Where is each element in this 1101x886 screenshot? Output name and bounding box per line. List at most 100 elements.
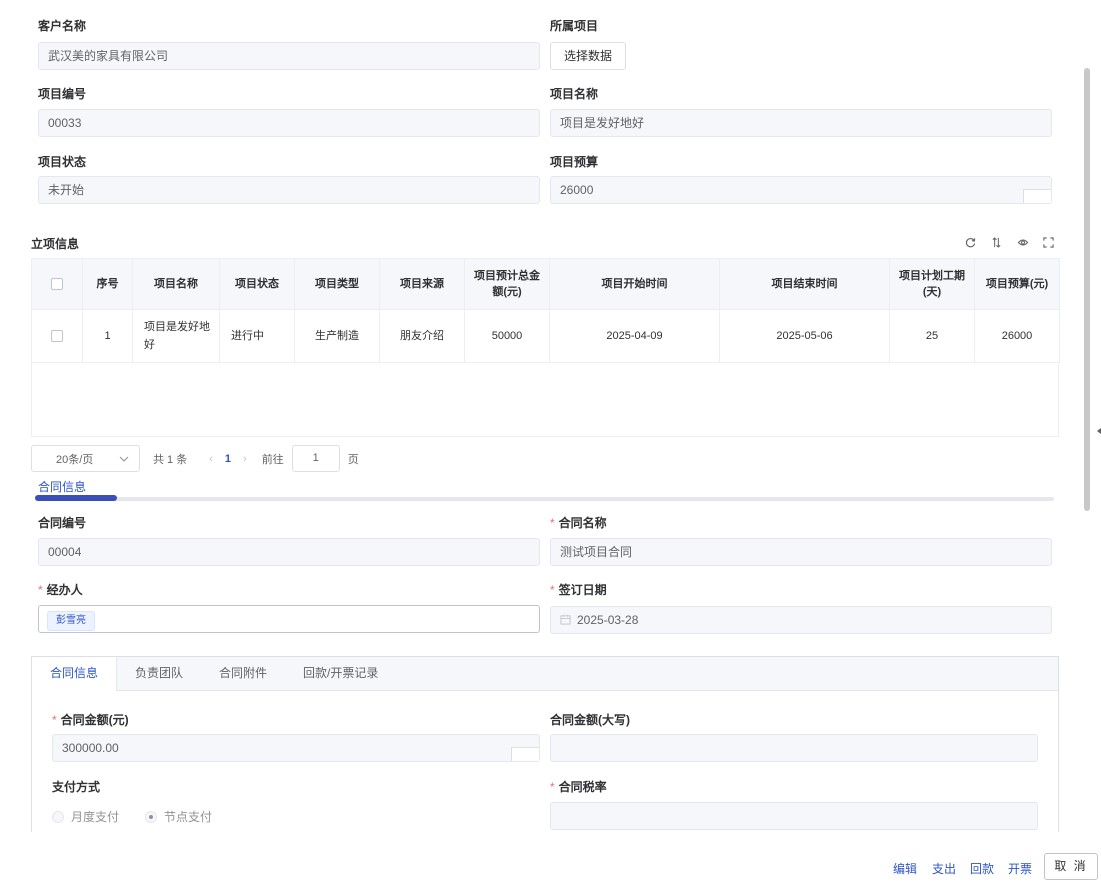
contract-name-field: * 合同名称 bbox=[550, 514, 607, 532]
dialog-body: 客户名称 武汉美的家具有限公司 所属项目 选择数据 项目编号 00033 项目名… bbox=[0, 0, 1101, 832]
caret-left-icon[interactable] bbox=[1097, 428, 1101, 434]
page-unit-label: 页 bbox=[347, 453, 359, 466]
tab-attachments[interactable]: 合同附件 bbox=[201, 657, 285, 690]
amount-upper-input[interactable] bbox=[550, 734, 1038, 762]
pay-method-field: 支付方式 bbox=[52, 778, 100, 796]
amount-field: * 合同金额(元) bbox=[52, 711, 129, 729]
calendar-icon bbox=[560, 614, 571, 625]
select-data-button[interactable]: 选择数据 bbox=[550, 42, 627, 70]
handler-field: * 经办人 bbox=[38, 581, 83, 599]
table-row[interactable]: 1 项目是发好地好 进行中 生产制造 朋友介绍 50000 2025-04-09… bbox=[31, 309, 1060, 363]
page-size-select[interactable]: 20条/页 bbox=[31, 445, 140, 472]
refresh-icon[interactable] bbox=[964, 236, 977, 249]
goto-page-input[interactable]: 1 bbox=[291, 445, 340, 472]
cancel-button[interactable]: 取 消 bbox=[1044, 853, 1098, 880]
contract-name-input[interactable]: 测试项目合同 bbox=[550, 538, 1052, 566]
pay-method-label: 支付方式 bbox=[52, 780, 101, 794]
amount-value: 300000.00 bbox=[62, 741, 119, 755]
select-all-checkbox[interactable] bbox=[51, 278, 63, 291]
table-empty-area bbox=[31, 363, 1059, 437]
pagination: 20条/页 共 1 条 ‹ 1 › 前往 1 页 bbox=[31, 445, 359, 472]
expense-button[interactable]: 支出 bbox=[932, 860, 956, 877]
select-all-cell[interactable] bbox=[31, 258, 83, 310]
prev-page-icon[interactable]: ‹ bbox=[209, 453, 213, 465]
row-checkbox[interactable] bbox=[51, 330, 63, 343]
project-code-label: 项目编号 bbox=[38, 87, 87, 101]
amount-label: * 合同金额(元) bbox=[52, 713, 129, 727]
column-header[interactable]: 项目结束时间 bbox=[719, 258, 890, 310]
project-name-label: 项目名称 bbox=[550, 87, 599, 101]
amount-upper-label: 合同金额(大写) bbox=[550, 713, 630, 727]
contract-code-field: 合同编号 bbox=[38, 514, 86, 532]
table-header-row: 序号 项目名称 项目状态 项目类型 项目来源 项目预计总金额(元) 项目开始时间… bbox=[31, 258, 1060, 310]
column-header[interactable]: 序号 bbox=[82, 258, 133, 310]
column-header[interactable]: 项目预计总金额(元) bbox=[464, 258, 550, 310]
handler-tag[interactable]: 彭雪亮 bbox=[47, 611, 95, 631]
section-tab-indicator bbox=[35, 495, 117, 501]
table-cell: 25 bbox=[889, 309, 975, 363]
edit-button[interactable]: 编辑 bbox=[893, 860, 917, 877]
column-header[interactable]: 项目类型 bbox=[294, 258, 380, 310]
table-cell: 26000 bbox=[974, 309, 1060, 363]
next-page-icon[interactable]: › bbox=[243, 453, 247, 465]
eye-icon[interactable] bbox=[1016, 236, 1029, 249]
vertical-scrollbar[interactable] bbox=[1084, 68, 1090, 511]
project-status-input[interactable]: 未开始 bbox=[38, 176, 540, 204]
table-cell: 1 bbox=[82, 309, 133, 363]
tab-team[interactable]: 负责团队 bbox=[117, 657, 201, 690]
chevron-down-icon bbox=[119, 456, 129, 462]
project-status-field: 项目状态 bbox=[38, 153, 86, 171]
customer-name-input[interactable]: 武汉美的家具有限公司 bbox=[38, 42, 540, 70]
project-code-input[interactable]: 00033 bbox=[38, 109, 540, 137]
project-field: 所属项目 bbox=[550, 17, 598, 35]
number-stepper[interactable] bbox=[1023, 189, 1051, 203]
amount-input[interactable]: 300000.00 bbox=[52, 734, 540, 762]
project-info-title: 立项信息 bbox=[31, 237, 80, 251]
table-cell: 2025-05-06 bbox=[719, 309, 890, 363]
project-name-input[interactable]: 项目是发好地好 bbox=[550, 109, 1052, 137]
invoice-button[interactable]: 开票 bbox=[1008, 860, 1032, 877]
radio-dot[interactable] bbox=[52, 810, 64, 823]
goto-label: 前往 bbox=[261, 453, 284, 466]
project-budget-label: 项目预算 bbox=[550, 155, 599, 169]
radio-dot[interactable] bbox=[145, 810, 158, 823]
column-header[interactable]: 项目状态 bbox=[219, 258, 295, 310]
contract-code-label: 合同编号 bbox=[38, 516, 87, 530]
handler-label: * 经办人 bbox=[38, 583, 83, 597]
project-budget-input[interactable]: 26000 bbox=[550, 176, 1052, 204]
column-header[interactable]: 项目计划工期(天) bbox=[889, 258, 975, 310]
page-size-value: 20条/页 bbox=[56, 453, 94, 466]
radio-milestone[interactable]: 节点支付 bbox=[145, 808, 212, 825]
number-stepper[interactable] bbox=[511, 747, 539, 761]
project-budget-value: 26000 bbox=[560, 183, 594, 197]
project-name-field: 项目名称 bbox=[550, 85, 598, 103]
radio-monthly[interactable]: 月度支付 bbox=[52, 808, 119, 825]
tax-rate-label: * 合同税率 bbox=[550, 780, 607, 794]
tab-payment-records[interactable]: 回款/开票记录 bbox=[285, 657, 396, 690]
column-height-icon[interactable] bbox=[990, 236, 1003, 249]
sign-date-label: * 签订日期 bbox=[550, 583, 607, 597]
dialog-footer: 编辑 支出 回款 开票 取 消 bbox=[0, 848, 1101, 886]
radio-label: 月度支付 bbox=[71, 810, 120, 824]
refund-button[interactable]: 回款 bbox=[970, 860, 994, 877]
sign-date-input[interactable]: 2025-03-28 bbox=[550, 606, 1052, 634]
page-number[interactable]: 1 bbox=[225, 453, 231, 465]
column-header[interactable]: 项目名称 bbox=[132, 258, 220, 310]
handler-select[interactable]: 彭雪亮 bbox=[38, 605, 540, 633]
tax-rate-input[interactable] bbox=[550, 802, 1038, 830]
column-header[interactable]: 项目预算(元) bbox=[974, 258, 1060, 310]
table-cell: 生产制造 bbox=[294, 309, 380, 363]
table-cell: 50000 bbox=[464, 309, 550, 363]
customer-name-field: 客户名称 bbox=[38, 17, 86, 35]
contract-info-section-tab[interactable]: 合同信息 bbox=[38, 478, 86, 495]
row-select-cell[interactable] bbox=[31, 309, 83, 363]
column-header[interactable]: 项目来源 bbox=[379, 258, 465, 310]
contract-code-input[interactable]: 00004 bbox=[38, 538, 540, 566]
column-header[interactable]: 项目开始时间 bbox=[549, 258, 720, 310]
tab-contract-info[interactable]: 合同信息 bbox=[32, 657, 118, 691]
project-code-field: 项目编号 bbox=[38, 85, 86, 103]
detail-tabs: 合同信息 负责团队 合同附件 回款/开票记录 bbox=[32, 657, 1058, 691]
project-info-table: 序号 项目名称 项目状态 项目类型 项目来源 项目预计总金额(元) 项目开始时间… bbox=[31, 258, 1060, 363]
fullscreen-icon[interactable] bbox=[1042, 236, 1055, 249]
customer-name-label: 客户名称 bbox=[38, 19, 87, 33]
